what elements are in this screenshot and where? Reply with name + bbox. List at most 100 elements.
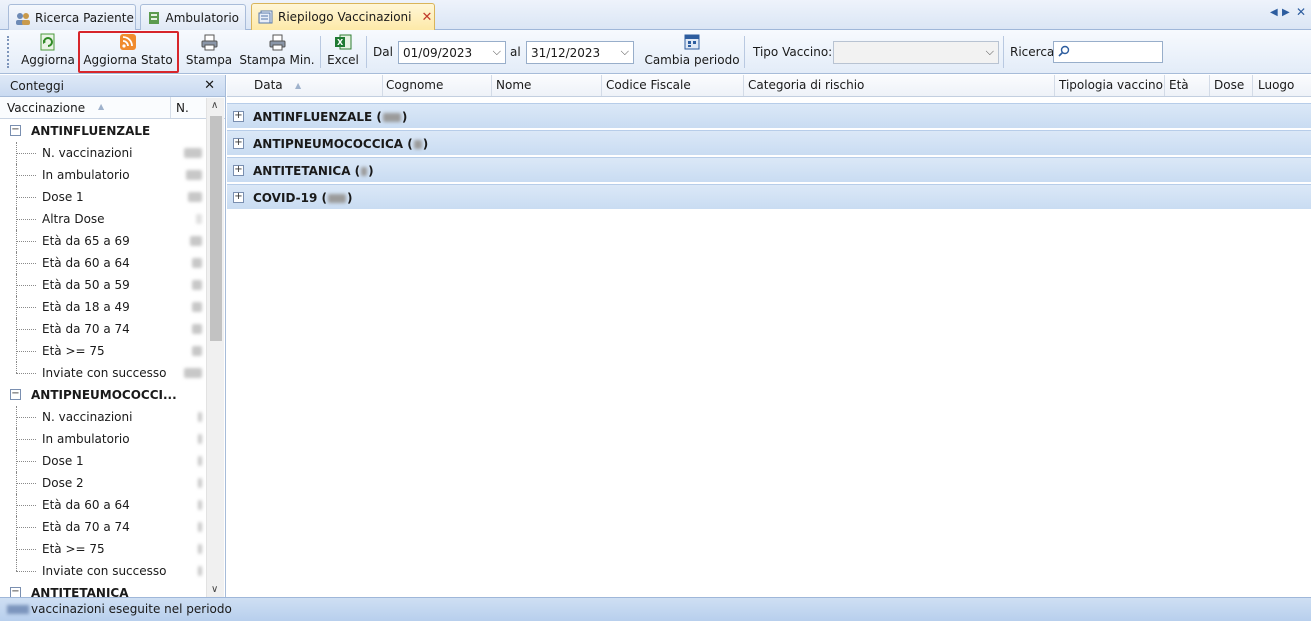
tree-item[interactable]: Inviate con successo [0, 560, 206, 582]
aggiorna-button[interactable]: Aggiorna [20, 33, 76, 71]
dal-label: Dal [373, 45, 393, 59]
chevron-down-icon[interactable]: ⌵ [621, 45, 629, 59]
expand-icon[interactable]: + [233, 165, 244, 176]
expand-icon[interactable]: + [233, 192, 244, 203]
status-text: vaccinazioni eseguite nel periodo [31, 602, 232, 616]
highlight-box [78, 31, 179, 73]
tipo-vaccino-label: Tipo Vaccino: [753, 45, 833, 59]
tree-item[interactable]: Età >= 75 [0, 538, 206, 560]
grid-group-antitetanica[interactable]: + ANTITETANICA () [227, 157, 1311, 183]
bottom-strip [0, 621, 1311, 627]
ricerca-input[interactable] [1053, 41, 1163, 63]
toolbar: Aggiorna Aggiorna Stato Stampa Stampa Mi… [0, 30, 1311, 74]
calendar-icon [683, 33, 701, 51]
tipo-vaccino-select[interactable]: ⌵ [833, 41, 999, 64]
tab-bar: Ricerca Paziente Ambulatorio Riepilogo V… [0, 0, 1311, 30]
tree-item[interactable]: Inviate con successo [0, 362, 206, 384]
dal-date-picker[interactable]: 01/09/2023 ⌵ [398, 41, 506, 64]
column-nome[interactable]: Nome [496, 78, 531, 92]
scroll-left-icon[interactable]: ◀ [1270, 7, 1278, 18]
collapse-icon[interactable]: − [10, 587, 21, 597]
chevron-down-icon[interactable]: ∨ [211, 584, 218, 595]
tree-item[interactable]: In ambulatorio [0, 164, 206, 186]
tree-item[interactable]: Età da 70 a 74 [0, 516, 206, 538]
cambia-periodo-button[interactable]: Cambia periodo [644, 33, 740, 71]
tree-item[interactable]: Dose 1 [0, 450, 206, 472]
tab-ricerca-paziente[interactable]: Ricerca Paziente [8, 4, 136, 30]
expand-icon[interactable]: + [233, 138, 244, 149]
excel-button[interactable]: X Excel [324, 33, 362, 71]
tab-riepilogo-vaccinazioni[interactable]: Riepilogo Vaccinazioni ✕ [251, 3, 435, 30]
column-cognome[interactable]: Cognome [386, 78, 443, 92]
close-icon[interactable]: ✕ [1296, 5, 1306, 19]
vaccinazioni-grid: Data ▲ Cognome Nome Codice Fiscale Categ… [227, 75, 1311, 597]
stampa-button[interactable]: Stampa [184, 33, 234, 71]
column-tipologia-vaccino[interactable]: Tipologia vaccino [1059, 78, 1163, 92]
tree-item[interactable]: Età da 60 a 64 [0, 252, 206, 274]
tab-label: Riepilogo Vaccinazioni [278, 10, 412, 24]
al-label: al [510, 45, 521, 59]
tree-item[interactable]: Età >= 75 [0, 340, 206, 362]
tree-item[interactable]: Dose 2 [0, 472, 206, 494]
toolbar-separator [320, 36, 321, 68]
excel-icon: X [334, 33, 352, 51]
tree-group-antinfluenzale[interactable]: − ANTINFLUENZALE [0, 120, 206, 142]
conteggi-panel: Conteggi ✕ Vaccinazione ▲ N. − ANTINFLUE… [0, 75, 226, 597]
expand-icon[interactable]: + [233, 111, 244, 122]
panel-title: Conteggi [10, 78, 64, 93]
tree-item[interactable]: Altra Dose [0, 208, 206, 230]
tab-label: Ambulatorio [165, 10, 239, 25]
al-date-picker[interactable]: 31/12/2023 ⌵ [526, 41, 634, 64]
tree-item[interactable]: Età da 60 a 64 [0, 494, 206, 516]
refresh-icon [39, 33, 57, 51]
grid-group-antinfluenzale[interactable]: + ANTINFLUENZALE () [227, 103, 1311, 129]
chevron-up-icon[interactable]: ∧ [211, 100, 218, 111]
close-icon[interactable]: ✕ [422, 10, 433, 25]
tree-group-antipneumococcica[interactable]: − ANTIPNEUMOCOCCI... [0, 384, 206, 406]
close-icon[interactable]: ✕ [204, 78, 215, 93]
toolbar-separator [1003, 36, 1004, 68]
grid-group-covid-19[interactable]: + COVID-19 () [227, 184, 1311, 210]
report-icon [258, 10, 274, 24]
ricerca-label: Ricerca [1010, 45, 1055, 59]
patients-icon [15, 11, 31, 25]
column-vaccinazione[interactable]: Vaccinazione [7, 101, 85, 115]
column-codice-fiscale[interactable]: Codice Fiscale [606, 78, 691, 92]
column-data[interactable]: Data [254, 78, 283, 92]
printer-icon [268, 33, 286, 51]
tree-item[interactable]: N. vaccinazioni [0, 142, 206, 164]
scrollbar-thumb[interactable] [210, 116, 222, 341]
tree-item[interactable]: Età da 18 a 49 [0, 296, 206, 318]
tree-item[interactable]: In ambulatorio [0, 428, 206, 450]
toolbar-grip[interactable] [7, 36, 9, 68]
chevron-down-icon[interactable]: ⌵ [986, 45, 994, 59]
sort-up-icon: ▲ [98, 102, 105, 111]
tree-item[interactable]: Dose 1 [0, 186, 206, 208]
grid-group-antipneumococcica[interactable]: + ANTIPNEUMOCOCCICA () [227, 130, 1311, 156]
grid-header: Data ▲ Cognome Nome Codice Fiscale Categ… [227, 75, 1311, 97]
scroll-right-icon[interactable]: ▶ [1282, 7, 1290, 18]
printer-icon [200, 33, 218, 51]
column-luogo[interactable]: Luogo [1258, 78, 1294, 92]
tab-ambulatorio[interactable]: Ambulatorio [140, 4, 246, 30]
chevron-down-icon[interactable]: ⌵ [493, 45, 501, 59]
status-bar: vaccinazioni eseguite nel periodo [0, 597, 1311, 621]
column-categoria-rischio[interactable]: Categoria di rischio [748, 78, 864, 92]
conteggi-scrollbar[interactable]: ∧ ∨ [206, 98, 224, 597]
stampa-min-button[interactable]: Stampa Min. [238, 33, 316, 71]
tree-item[interactable]: N. vaccinazioni [0, 406, 206, 428]
column-eta[interactable]: Età [1169, 78, 1189, 92]
svg-text:X: X [337, 38, 344, 47]
tree-item[interactable]: Età da 65 a 69 [0, 230, 206, 252]
tree-item[interactable]: Età da 50 a 59 [0, 274, 206, 296]
tree-item[interactable]: Età da 70 a 74 [0, 318, 206, 340]
column-n[interactable]: N. [176, 101, 189, 115]
status-count [7, 605, 29, 614]
tree-group-antitetanica[interactable]: − ANTITETANICA [0, 582, 206, 597]
collapse-icon[interactable]: − [10, 125, 21, 136]
sort-up-icon: ▲ [295, 81, 302, 90]
collapse-icon[interactable]: − [10, 389, 21, 400]
conteggi-header: Conteggi ✕ [0, 75, 225, 97]
column-dose[interactable]: Dose [1214, 78, 1244, 92]
search-icon [1058, 45, 1070, 60]
